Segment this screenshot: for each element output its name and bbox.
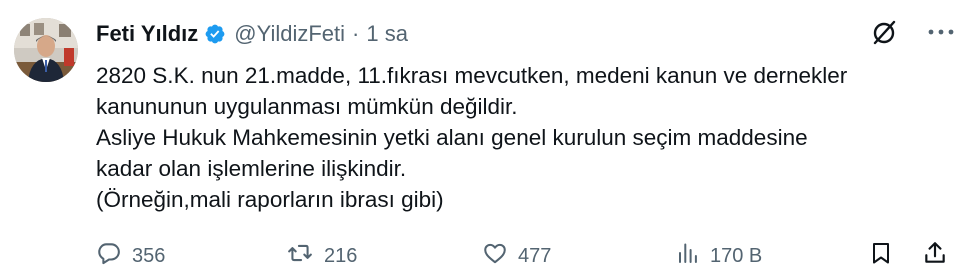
reply-icon (96, 240, 122, 272)
retweet-count: 216 (324, 244, 358, 267)
tweet-text-line: kadar olan işlemlerine ilişkindir. (96, 156, 407, 181)
like-icon (482, 240, 508, 272)
retweet-icon (286, 240, 314, 272)
tweet-time[interactable]: 1 sa (366, 21, 408, 47)
separator-dot: · (352, 21, 360, 46)
top-actions (870, 18, 954, 46)
tweet-text-line: (Örneğin,mali raporların ibrası gibi) (96, 187, 444, 212)
views-count: 170 B (710, 244, 763, 267)
author-handle[interactable]: @YildizFeti (234, 21, 345, 47)
tweet-text-line: 2820 S.K. nun 21.madde, 11.fıkrası mevcu… (96, 63, 848, 88)
author-name[interactable]: Feti Yıldız (96, 21, 198, 47)
views-button[interactable]: 170 B (676, 240, 762, 272)
tweet-header: Feti Yıldız @YildizFeti · 1 sa (96, 16, 408, 52)
tweet-text-line: Asliye Hukuk Mahkemesinin yetki alanı ge… (96, 125, 808, 150)
reply-count: 356 (132, 244, 166, 267)
more-icon[interactable] (928, 28, 954, 36)
action-bar: 356 216 477 170 B (96, 240, 956, 272)
avatar[interactable] (14, 18, 78, 82)
retweet-button[interactable]: 216 (286, 240, 357, 272)
like-button[interactable]: 477 (482, 240, 551, 272)
bookmark-button[interactable] (869, 240, 893, 272)
grok-icon[interactable] (870, 18, 898, 46)
share-icon (922, 240, 948, 272)
like-count: 477 (518, 244, 552, 267)
reply-button[interactable]: 356 (96, 240, 165, 272)
tweet-text-line: kanununun uygulanması mümkün değildir. (96, 94, 518, 119)
bookmark-icon (869, 240, 893, 272)
verified-badge-icon (204, 23, 226, 45)
share-button[interactable] (922, 240, 948, 272)
views-icon (676, 240, 700, 272)
tweet-text: 2820 S.K. nun 21.madde, 11.fıkrası mevcu… (96, 60, 956, 215)
